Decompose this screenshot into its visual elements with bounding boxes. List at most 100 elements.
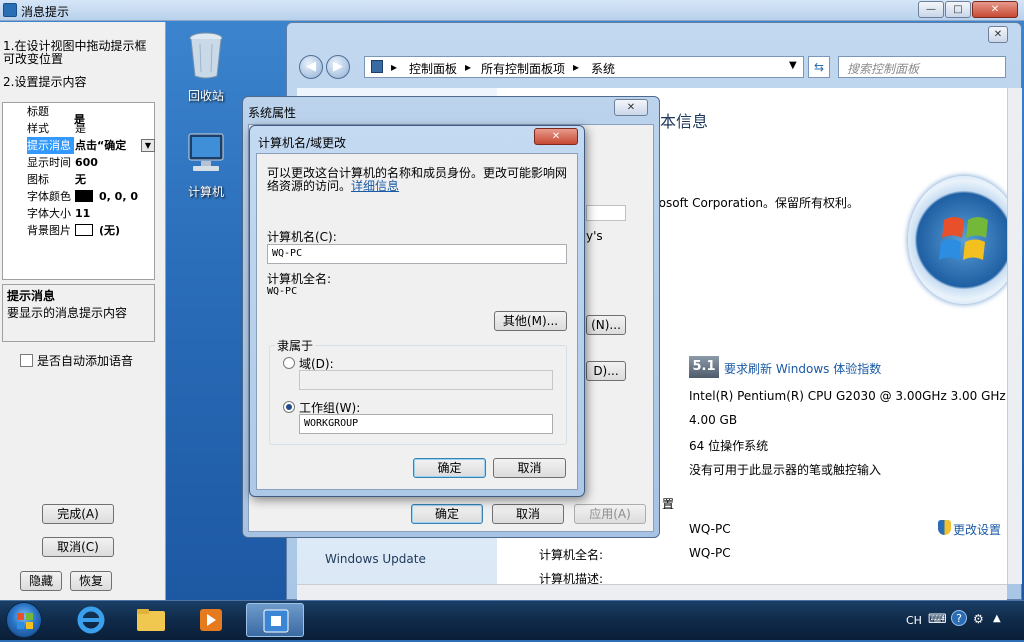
prop-key: 提示消息: [27, 137, 74, 154]
pen-value: 没有可用于此显示器的笔或触控输入: [689, 463, 882, 477]
prop-row-background[interactable]: 背景图片 (无): [3, 222, 154, 239]
taskbar-message-tool[interactable]: [246, 603, 304, 637]
image-swatch: [75, 224, 93, 236]
taskbar-explorer[interactable]: [122, 603, 180, 637]
prop-row-duration[interactable]: 显示时间 600: [3, 154, 154, 171]
cn-intro-text: 可以更改这台计算机的名称和成员身份。更改可能影响网络资源的访问。: [267, 166, 568, 193]
voice-checkbox[interactable]: [20, 354, 33, 367]
os-type-value: 64 位操作系统: [689, 439, 769, 453]
sysprop-cancel-button[interactable]: 取消: [492, 504, 564, 524]
cn-cancel-button[interactable]: 取消: [493, 458, 566, 478]
restore-button[interactable]: 恢复: [70, 571, 112, 591]
breadcrumb-sep-icon: ▸: [573, 60, 580, 74]
taskbar-media[interactable]: [182, 603, 240, 637]
ram-value: 4.00 GB: [689, 413, 738, 427]
workgroup-radio[interactable]: [283, 401, 295, 413]
prop-value: 11: [75, 207, 91, 220]
recycle-bin-label: 回收站: [187, 89, 224, 103]
cn-title: 计算机名/域更改: [258, 136, 347, 150]
prop-key: 标题: [27, 105, 49, 118]
breadcrumb-all-items[interactable]: 所有控制面板项: [481, 60, 565, 77]
color-swatch: [75, 190, 93, 202]
workgroup-input[interactable]: WORKGROUP: [299, 414, 553, 434]
tool-title-bar[interactable]: 消息提示: [0, 0, 1024, 21]
cn-full-value: WQ-PC: [267, 286, 298, 297]
copyright-text: rosoft Corporation。保留所有权利。: [654, 196, 860, 210]
refresh-icon[interactable]: ⇆: [808, 56, 830, 78]
cn-ok-button[interactable]: 确定: [413, 458, 486, 478]
computer-name-input[interactable]: WQ-PC: [267, 244, 567, 264]
language-indicator[interactable]: CH: [906, 614, 922, 627]
horizontal-scrollbar[interactable]: [297, 584, 1007, 600]
description-text: 要显示的消息提示内容: [7, 306, 128, 320]
breadcrumb-system[interactable]: 系统: [591, 60, 615, 77]
chevron-down-icon[interactable]: ▼: [141, 139, 155, 152]
voice-option[interactable]: 是否自动添加语音: [20, 352, 133, 369]
minimize-icon[interactable]: —: [918, 1, 944, 18]
folder-icon: [137, 609, 165, 631]
sysprop-ok-button[interactable]: 确定: [411, 504, 483, 524]
full-name-label: 计算机全名:: [539, 548, 604, 562]
prop-key: 背景图片: [27, 224, 71, 237]
search-input[interactable]: 搜索控制面板: [838, 56, 1006, 78]
cn-full-label: 计算机全名:: [267, 272, 332, 286]
cn-name-label: 计算机名(C):: [267, 230, 337, 244]
prop-row-font-color[interactable]: 字体颜色 0, 0, 0: [3, 188, 154, 205]
windows-flag-icon: [939, 217, 988, 260]
breadcrumb-sep-icon: ▸: [391, 60, 398, 74]
change-settings-link[interactable]: 更改设置: [953, 521, 1001, 538]
shield-icon: [938, 520, 951, 535]
windows-logo-icon: [908, 176, 1020, 304]
other-button[interactable]: 其他(M)...: [494, 311, 567, 331]
windows-flag-icon: [17, 613, 33, 629]
vertical-scrollbar[interactable]: [1007, 88, 1022, 584]
desktop-icon-computer[interactable]: 计算机: [168, 132, 244, 200]
cn-close-button[interactable]: ✕: [534, 128, 578, 145]
start-button[interactable]: [6, 602, 42, 638]
forward-button[interactable]: ▶: [326, 55, 350, 79]
computer-name-value: WQ-PC: [689, 522, 731, 536]
sysprop-close-button[interactable]: ✕: [614, 99, 648, 116]
cpu-value: Intel(R) Pentium(R) CPU G2030 @ 3.00GHz …: [689, 389, 1006, 403]
help-icon[interactable]: ?: [951, 610, 967, 626]
settings-icon[interactable]: ⚙: [973, 612, 984, 626]
prop-value-wrap: 0, 0, 0: [75, 188, 154, 205]
cn-intro: 可以更改这台计算机的名称和成员身份。更改可能影响网络资源的访问。详细信息: [267, 167, 571, 193]
left-link-windows-update[interactable]: Windows Update: [325, 552, 426, 566]
control-panel-icon: [371, 60, 383, 73]
breadcrumb-control-panel[interactable]: 控制面板: [409, 60, 457, 77]
cp-close-button[interactable]: ✕: [988, 26, 1008, 43]
taskbar-ie[interactable]: [62, 603, 120, 637]
sysprop-title: 系统属性: [248, 106, 297, 120]
prop-row-message[interactable]: 提示消息 点击“确定 ▼: [3, 137, 155, 154]
domain-radio[interactable]: [283, 357, 295, 369]
prop-value: (无): [99, 224, 121, 237]
sysprop-partial-button[interactable]: (N)...: [586, 315, 626, 335]
address-bar[interactable]: ▸ 控制面板 ▸ 所有控制面板项 ▸ 系统 ▼: [364, 56, 804, 78]
prop-row-font-size[interactable]: 字体大小 11: [3, 205, 154, 222]
sysprop-apply-button[interactable]: 应用(A): [574, 504, 646, 524]
back-button[interactable]: ◀: [299, 55, 323, 79]
desktop-icon-recycle-bin[interactable]: 回收站: [168, 30, 244, 104]
keyboard-icon[interactable]: ⌨: [928, 612, 947, 627]
close-icon[interactable]: ✕: [972, 1, 1018, 18]
chevron-down-icon[interactable]: ▼: [789, 60, 797, 71]
app-icon: [3, 3, 17, 17]
maximize-icon[interactable]: □: [945, 1, 971, 18]
chevron-up-icon[interactable]: ▲: [993, 613, 1001, 624]
finish-button[interactable]: 完成(A): [42, 504, 114, 524]
prop-value: 0, 0, 0: [99, 190, 138, 203]
domain-input[interactable]: [299, 370, 553, 390]
refresh-rating-link[interactable]: 要求刷新 Windows 体验指数: [724, 360, 881, 377]
cancel-button[interactable]: 取消(C): [42, 537, 114, 557]
prop-key: 样式: [27, 122, 49, 135]
page-title: 本信息: [660, 112, 709, 131]
note-content: 2.设置提示内容: [3, 75, 87, 89]
prop-row-icon[interactable]: 图标 无: [3, 171, 154, 188]
computer-icon: [188, 133, 224, 171]
prop-value[interactable]: 点击“确定: [75, 137, 141, 154]
details-link[interactable]: 详细信息: [351, 179, 399, 193]
hide-button[interactable]: 隐藏: [20, 571, 62, 591]
prop-value: 600: [75, 156, 98, 169]
sysprop-partial-button-2[interactable]: D)...: [586, 361, 626, 381]
